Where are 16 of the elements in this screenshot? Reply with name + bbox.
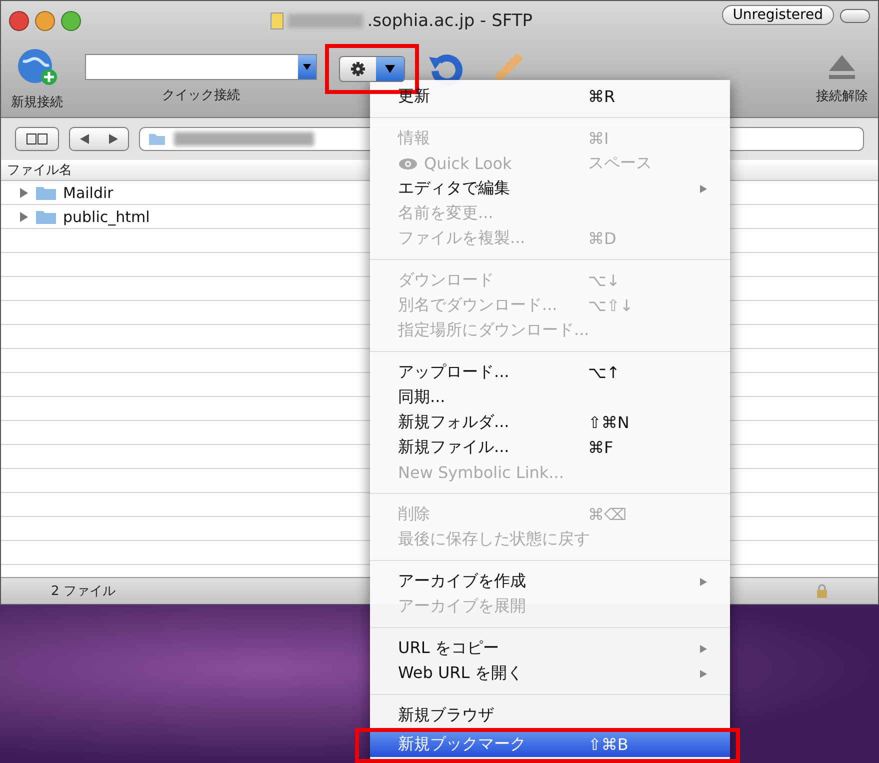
shortcut-text: ⌘F — [588, 438, 614, 457]
toolbar-label: 新規接続 — [11, 94, 63, 111]
shortcut-text: スペース — [588, 153, 653, 174]
shortcut-text: ⌥↑ — [588, 363, 621, 382]
window-title: .sophia.ac.jp - SFTP — [367, 11, 532, 31]
status-text: 2 ファイル — [51, 583, 116, 600]
shortcut-text: ⇧⌘N — [588, 413, 630, 432]
toolbar-label: クイック接続 — [162, 87, 240, 104]
shortcut-text: ⌘R — [588, 87, 616, 106]
shortcut-text: ⌥↓ — [588, 271, 621, 290]
shortcut-text: ⌥⇧↓ — [588, 296, 634, 315]
shortcut-text: ⌘⌫ — [588, 505, 628, 524]
toolbar-label: 接続解除 — [816, 88, 868, 105]
shortcut-text: ⌘D — [588, 229, 618, 248]
shortcut-text: ⌘I — [588, 129, 610, 148]
shortcut-text: ⇧⌘B — [588, 735, 630, 754]
